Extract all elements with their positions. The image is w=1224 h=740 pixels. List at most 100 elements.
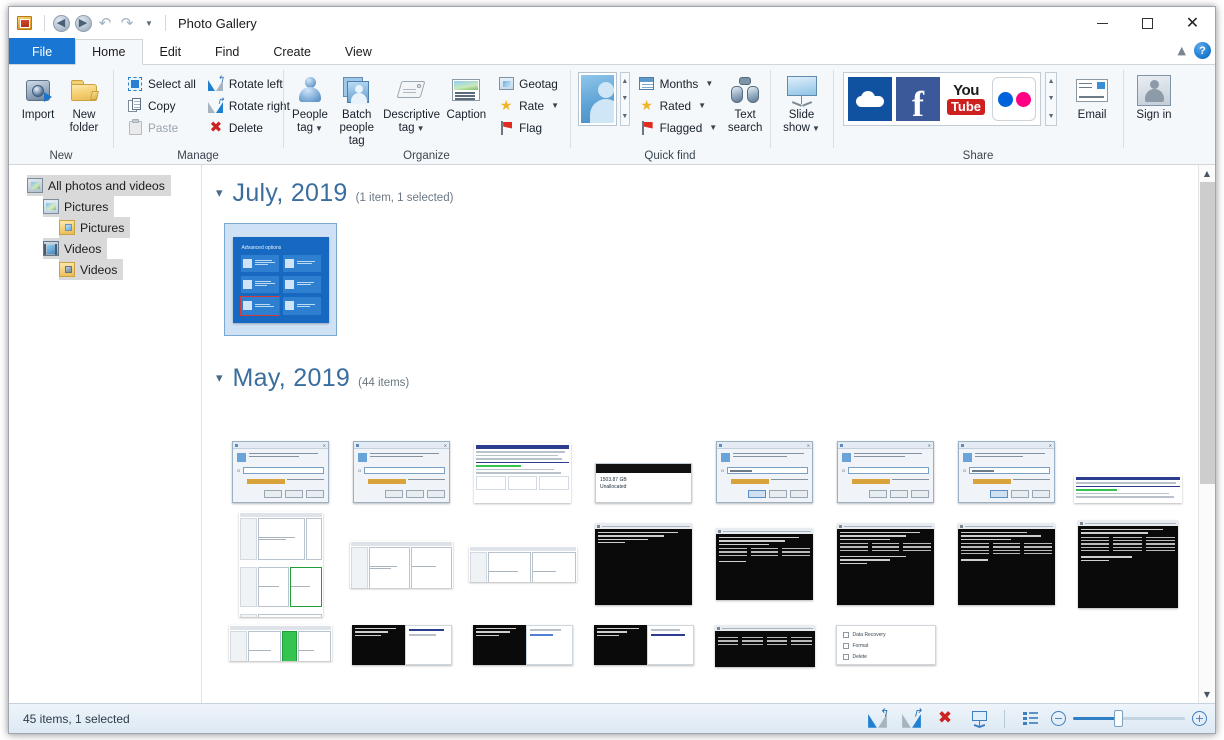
scroll-down-button[interactable]: ▼ — [1199, 686, 1216, 703]
import-button[interactable]: Import — [16, 69, 60, 122]
batch-people-tag-button[interactable]: Batch people tag — [331, 69, 383, 148]
email-button[interactable]: Email — [1068, 69, 1116, 122]
thumbnail-cmd-4[interactable] — [958, 523, 1055, 605]
slide-show-label: Slide show — [783, 109, 815, 134]
chevron-down-icon[interactable]: ▾ — [216, 371, 223, 386]
facebook-tile[interactable]: f — [896, 77, 940, 121]
scrollbar-track[interactable] — [1199, 182, 1216, 686]
tab-file[interactable]: File — [9, 38, 76, 64]
thumbnail-disk-management-3[interactable] — [229, 625, 332, 661]
sidebar-item-videos-library[interactable]: Videos — [43, 238, 108, 259]
caption-button[interactable]: Caption — [441, 69, 493, 122]
rotate-right-button[interactable]: ↱ Rotate right — [204, 95, 294, 116]
thumbnail-context-menu[interactable]: Data Recovery Format Delete — [835, 625, 936, 665]
play-slideshow-button[interactable] — [962, 706, 996, 732]
sidebar-item-pictures-folder[interactable]: Pictures — [59, 217, 131, 238]
select-all-button[interactable]: Select all — [123, 73, 200, 94]
thumbnail-unallocated[interactable]: 1503.87 GB Unallocated — [595, 463, 692, 503]
paste-button[interactable]: Paste — [123, 117, 200, 138]
sign-in-button[interactable]: Sign in — [1130, 69, 1178, 122]
thumbnail-disk-management-menu[interactable] — [238, 511, 323, 617]
flagged-button[interactable]: Flagged ▼ — [635, 117, 722, 138]
thumbnail-cmd-6[interactable] — [351, 625, 452, 665]
geotag-button[interactable]: Geotag — [494, 73, 563, 94]
text-search-button[interactable]: Text search — [727, 69, 763, 135]
new-folder-button[interactable]: New folder — [62, 69, 106, 135]
onedrive-tile[interactable] — [848, 77, 892, 121]
months-button[interactable]: Months ▼ — [635, 73, 722, 94]
rotate-right-button[interactable]: ↱ — [894, 706, 928, 732]
thumbnail-run-dialog-1[interactable]: ✕ O — [232, 441, 329, 503]
group-header-july[interactable]: ▾ July, 2019 (1 item, 1 selected) — [216, 173, 1198, 218]
photo-gallery-grid[interactable]: ▾ July, 2019 (1 item, 1 selected) Advanc… — [202, 165, 1198, 703]
zoom-in-button[interactable]: + — [1192, 711, 1207, 726]
gallery-scroll-buttons[interactable]: ▲ ▼ ▼ — [620, 72, 630, 126]
calendar-icon — [639, 77, 655, 90]
thumbnail-run-dialog-4[interactable]: ✕ O — [837, 441, 934, 503]
people-preview-gallery[interactable] — [578, 72, 618, 126]
vertical-scrollbar[interactable]: ▲ ▼ — [1198, 165, 1215, 703]
rate-button[interactable]: ★ Rate ▼ — [494, 95, 563, 116]
thumbnail-run-dialog-3[interactable]: ✕ O — [716, 441, 813, 503]
scrollbar-thumb[interactable] — [1199, 182, 1215, 485]
zoom-slider[interactable] — [1073, 710, 1185, 727]
thumbnail-disk-table-2[interactable] — [1073, 475, 1182, 503]
slider-knob[interactable] — [1114, 710, 1123, 727]
thumbnail-disk-table-1[interactable] — [474, 443, 571, 503]
redo-button[interactable]: ↷ — [116, 12, 138, 34]
zoom-out-button[interactable]: − — [1051, 711, 1066, 726]
sidebar-item-all-photos-and-videos[interactable]: All photos and videos — [27, 175, 171, 196]
flag-button[interactable]: Flag — [494, 117, 563, 138]
sidebar-item-pictures-library[interactable]: Pictures — [43, 196, 115, 217]
people-tag-button[interactable]: People tag ▼ — [289, 69, 331, 135]
delete-button[interactable]: ✖ — [928, 706, 962, 732]
youtube-tile[interactable]: You Tube — [944, 77, 988, 121]
rated-button[interactable]: ★ Rated ▼ — [635, 95, 722, 116]
help-button[interactable]: ? — [1194, 42, 1211, 59]
thumbnail-cmd-9[interactable] — [714, 625, 815, 667]
minimize-button[interactable] — [1080, 7, 1125, 39]
tab-edit[interactable]: Edit — [143, 38, 199, 64]
copy-button[interactable]: Copy — [123, 95, 200, 116]
rotate-left-button[interactable]: ↰ — [860, 706, 894, 732]
descriptive-tag-button[interactable]: Descriptive tag ▼ — [383, 69, 441, 135]
collapse-ribbon-button[interactable]: ▲ — [1178, 44, 1186, 57]
menu-item: Data Recovery — [837, 629, 935, 640]
thumbnail-disk-management-2[interactable] — [468, 546, 577, 582]
rotate-right-label: Rotate right — [228, 98, 290, 113]
thumbnail-cmd-5[interactable] — [1077, 520, 1178, 608]
tab-create[interactable]: Create — [256, 38, 328, 64]
thumbnail-cmd-1[interactable] — [595, 523, 692, 605]
group-header-may[interactable]: ▾ May, 2019 (44 items) — [216, 336, 1198, 403]
thumbnail-run-dialog-5[interactable]: ✕ O — [958, 441, 1055, 503]
trash-icon — [842, 653, 849, 660]
customize-qat-button[interactable]: ▼ — [138, 12, 160, 34]
scroll-up-button[interactable]: ▲ — [1199, 165, 1216, 182]
thumbnail-cmd-2[interactable] — [716, 528, 813, 600]
thumbnail-cmd-8[interactable] — [593, 625, 694, 665]
tab-home[interactable]: Home — [75, 39, 143, 65]
flickr-tile[interactable] — [992, 77, 1036, 121]
maximize-button[interactable] — [1125, 7, 1170, 39]
thumbnail-disk-management-1[interactable] — [350, 540, 453, 588]
thumbnail-advanced-options[interactable]: Advanced options — [224, 223, 337, 336]
back-button[interactable]: ◀ — [50, 12, 72, 34]
slide-show-button[interactable]: Slide show ▼ — [777, 69, 826, 135]
tab-find[interactable]: Find — [198, 38, 256, 64]
undo-button[interactable]: ↶ — [94, 12, 116, 34]
delete-button[interactable]: ✖ Delete — [204, 117, 294, 138]
details-view-button[interactable] — [1013, 706, 1047, 732]
thumbnail-cmd-3[interactable] — [837, 523, 934, 605]
share-scroll-buttons[interactable]: ▲ ▼ ▼ — [1045, 72, 1058, 126]
forward-button[interactable]: ▶ — [72, 12, 94, 34]
chevron-down-icon[interactable]: ▾ — [216, 186, 223, 201]
rotate-left-button[interactable]: ↰ Rotate left — [204, 73, 294, 94]
tab-view[interactable]: View — [328, 38, 389, 64]
thumbnail-image: Advanced options — [232, 236, 329, 323]
thumbnail-cmd-7[interactable] — [472, 625, 573, 665]
thumbnail-row: ✕ O ✕ O 1503.87 GB Unallocated ✕ O ✕ O ✕… — [216, 403, 1198, 503]
thumbnail-run-dialog-2[interactable]: ✕ O — [353, 441, 450, 503]
close-button[interactable]: ✕ — [1170, 7, 1215, 39]
sidebar-item-videos-folder[interactable]: Videos — [59, 259, 124, 280]
group-count: (44 items) — [358, 377, 410, 389]
